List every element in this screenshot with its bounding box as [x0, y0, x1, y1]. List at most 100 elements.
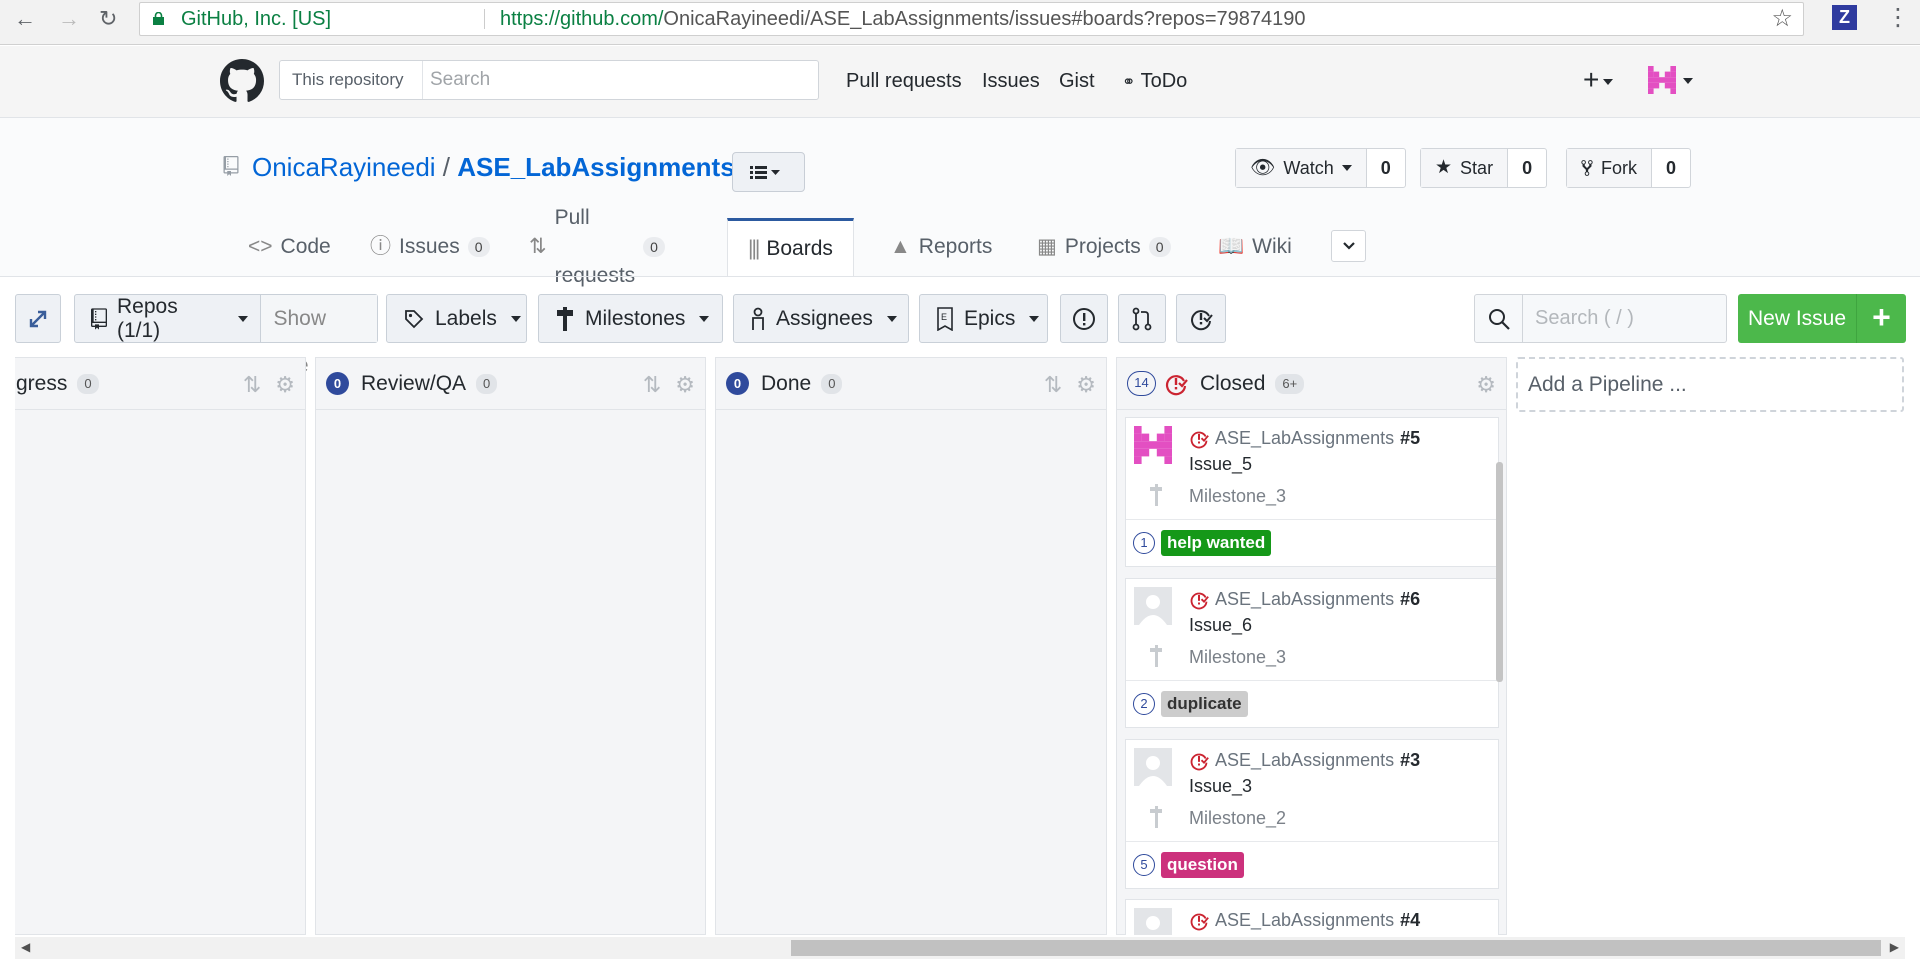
- watch-count[interactable]: 0: [1367, 149, 1405, 187]
- fork-count[interactable]: 0: [1652, 149, 1690, 187]
- board-horizontal-scrollbar[interactable]: ◀ ▶: [15, 937, 1905, 959]
- milestone-icon: [1150, 645, 1162, 667]
- watch-button[interactable]: 👁 Watch: [1236, 149, 1367, 187]
- avatar-caret-icon[interactable]: [1683, 78, 1693, 84]
- url-text[interactable]: https://github.com/OnicaRayineedi/ASE_La…: [500, 3, 1306, 35]
- pull-request-icon: ⇅: [529, 235, 547, 258]
- repos-caret-icon[interactable]: [238, 315, 249, 322]
- address-bar[interactable]: GitHub, Inc. [US] https://github.com/Oni…: [139, 2, 1804, 36]
- issue-closed-icon: [1165, 374, 1188, 395]
- more-tabs-button[interactable]: [1331, 230, 1366, 262]
- board-search[interactable]: [1474, 294, 1727, 343]
- repos-filter-button[interactable]: Repos (1/1): [117, 295, 224, 343]
- issue-card[interactable]: ASE_LabAssignments #3 Issue_3 Milestone_…: [1125, 739, 1499, 889]
- watch-button-group: 👁 Watch 0: [1235, 148, 1406, 188]
- sort-icon[interactable]: ⇅: [1044, 372, 1062, 398]
- code-icon: <>: [248, 235, 273, 258]
- tab-wiki[interactable]: 📖 Wiki: [1218, 218, 1292, 276]
- github-logo-icon[interactable]: [220, 59, 264, 103]
- issue-title[interactable]: Issue_6: [1189, 615, 1252, 636]
- labels-caret-icon: [510, 315, 521, 322]
- board-search-input[interactable]: [1535, 305, 1715, 331]
- new-issue-plus-button[interactable]: +: [1857, 294, 1906, 343]
- svg-text:E: E: [941, 312, 947, 322]
- milestones-filter-button[interactable]: Milestones: [538, 294, 723, 343]
- repo-name-link[interactable]: ASE_LabAssignments: [457, 152, 734, 182]
- header-search[interactable]: This repository: [279, 60, 819, 100]
- gear-icon[interactable]: ⚙: [1476, 372, 1496, 398]
- pipeline-estimate-badge: 0: [326, 372, 349, 395]
- watch-label: Watch: [1283, 158, 1334, 178]
- back-arrow-icon[interactable]: ←: [14, 6, 36, 32]
- user-avatar[interactable]: [1648, 66, 1676, 94]
- tab-wiki-label: Wiki: [1252, 235, 1292, 258]
- issue-title[interactable]: Issue_3: [1189, 776, 1252, 797]
- closed-issues-toggle-button[interactable]: [1176, 294, 1226, 343]
- extension-z-icon[interactable]: Z: [1832, 5, 1857, 30]
- star-count[interactable]: 0: [1508, 149, 1546, 187]
- repo-title: OnicaRayineedi / ASE_LabAssignments: [252, 152, 735, 183]
- tab-pull-requests[interactable]: ⇅ Pull requests 0: [529, 206, 665, 287]
- project-icon: ▦: [1037, 235, 1057, 258]
- tab-reports-label: Reports: [918, 235, 993, 258]
- scroll-right-icon[interactable]: ▶: [1890, 940, 1899, 954]
- repo-owner-link[interactable]: OnicaRayineedi: [252, 152, 436, 182]
- milestone-icon: [1150, 806, 1162, 828]
- list-icon: [750, 166, 780, 179]
- tag-icon: [403, 308, 425, 330]
- scroll-left-icon[interactable]: ◀: [21, 940, 30, 954]
- closed-pipeline-scrollbar[interactable]: [1496, 462, 1503, 682]
- pipeline-estimate-badge: 0: [726, 372, 749, 395]
- fork-button[interactable]: Fork: [1567, 149, 1652, 187]
- nav-issues[interactable]: Issues: [982, 70, 1040, 93]
- issue-repo-name: ASE_LabAssignments: [1215, 428, 1395, 448]
- labels-filter-button[interactable]: Labels: [386, 294, 527, 343]
- new-issue-button[interactable]: New Issue: [1738, 294, 1857, 343]
- gear-icon[interactable]: ⚙: [675, 372, 695, 398]
- nav-pull-requests[interactable]: Pull requests: [846, 70, 962, 93]
- tab-reports[interactable]: ▲ Reports: [890, 218, 992, 276]
- pipeline-header: 0 Review/QA 0 ⇅ ⚙: [316, 358, 705, 410]
- create-new-menu[interactable]: +: [1583, 66, 1614, 94]
- scrollbar-thumb[interactable]: [791, 940, 1881, 956]
- tab-projects-count: 0: [1148, 237, 1171, 257]
- issue-estimate-badge: 2: [1133, 693, 1155, 715]
- epics-filter-button[interactable]: E Epics: [919, 294, 1048, 343]
- forward-arrow-icon[interactable]: →: [58, 6, 80, 32]
- issues-toggle-button[interactable]: [1060, 294, 1108, 343]
- nav-todo[interactable]: ⚭ ToDo: [1122, 70, 1187, 93]
- issue-card[interactable]: ASE_LabAssignments #5 Issue_5 Milestone_…: [1125, 417, 1499, 567]
- browser-menu-icon[interactable]: ⋮: [1886, 3, 1910, 32]
- tab-pull-requests-count: 0: [643, 237, 665, 257]
- issue-card[interactable]: ASE_LabAssignments #4: [1125, 899, 1499, 935]
- show-one-button[interactable]: Show one: [260, 295, 377, 377]
- nav-gist[interactable]: Gist: [1059, 70, 1095, 93]
- epics-filter-label: Epics: [964, 306, 1016, 330]
- fullscreen-button[interactable]: [15, 294, 61, 343]
- tab-issues-count: 0: [467, 237, 490, 257]
- url-path: OnicaRayineedi/ASE_LabAssignments/issues…: [663, 8, 1306, 30]
- pipeline-name: Review/QA: [361, 371, 467, 395]
- tab-projects[interactable]: ▦ Projects 0: [1037, 218, 1171, 276]
- issue-card-body: ASE_LabAssignments #4: [1126, 900, 1498, 935]
- issue-title[interactable]: Issue_5: [1189, 454, 1252, 475]
- add-pipeline-button[interactable]: Add a Pipeline ...: [1516, 357, 1904, 412]
- tab-issues[interactable]: ⓘ Issues 0: [370, 218, 490, 276]
- sort-icon[interactable]: ⇅: [243, 372, 261, 398]
- issue-label: duplicate: [1161, 691, 1248, 717]
- star-icon: ★: [1435, 157, 1453, 178]
- tab-code[interactable]: <> Code: [248, 218, 331, 276]
- assignees-filter-button[interactable]: Assignees: [733, 294, 909, 343]
- bookmark-star-icon[interactable]: ☆: [1771, 3, 1793, 35]
- gear-icon[interactable]: ⚙: [275, 372, 295, 398]
- tab-boards[interactable]: ||| Boards: [727, 218, 854, 276]
- sort-icon[interactable]: ⇅: [643, 372, 661, 398]
- view-list-button[interactable]: [732, 152, 805, 192]
- issue-closed-icon: [1190, 913, 1209, 930]
- star-button[interactable]: ★ Star: [1421, 149, 1509, 187]
- issue-card[interactable]: ASE_LabAssignments #6 Issue_6 Milestone_…: [1125, 578, 1499, 728]
- header-search-input[interactable]: [430, 67, 800, 93]
- gear-icon[interactable]: ⚙: [1076, 372, 1096, 398]
- pull-requests-toggle-button[interactable]: [1118, 294, 1166, 343]
- reload-icon[interactable]: ↻: [99, 6, 117, 32]
